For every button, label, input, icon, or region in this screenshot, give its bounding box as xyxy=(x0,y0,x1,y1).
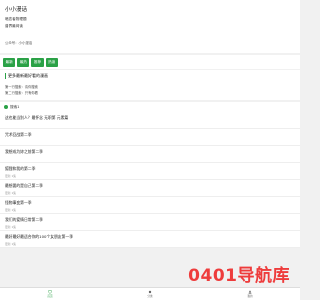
profile-label: 公众号：小小漫话 xyxy=(5,41,33,45)
profile-line-1: 暗恋者物理题 xyxy=(5,17,27,21)
profile-line-2: 普界最闷读 xyxy=(5,24,23,28)
list-item-meta: 更新 1集 xyxy=(5,191,17,195)
nav-category[interactable]: 分类 xyxy=(147,290,153,298)
bottom-nav: 首页 分类 我的 xyxy=(0,287,300,300)
list-item-title: 我们的爱情日常第二季 xyxy=(5,217,43,222)
list-item[interactable]: 最想要的是自己第二季 更新 1集 xyxy=(0,180,300,197)
list-item[interactable]: 咒术回战第二季 xyxy=(0,129,300,146)
tab-4[interactable]: 热读 xyxy=(45,57,58,67)
list-item-meta: 更新 1集 xyxy=(5,225,17,229)
tab-1[interactable]: 最新 xyxy=(3,57,16,67)
list-item-title: 怪物事变第一季 xyxy=(5,200,32,205)
list-item-title: 狐狸和我的第二季 xyxy=(5,166,36,171)
list-item[interactable]: 最好最好最适合你的100个女朋友第一季 更新 1集 xyxy=(0,231,300,248)
nav-category-label: 分类 xyxy=(147,295,153,298)
nav-profile-label: 我的 xyxy=(247,295,253,298)
list-item-meta: 更新 1集 xyxy=(5,242,17,246)
list-item-title: 最想要的是自己第二季 xyxy=(5,183,43,188)
notice-title: 更多最新最好看的漫画 xyxy=(5,73,295,79)
item-list: 这也能当别人？最怀念 无职第 元素篇 咒术回战第二季 我想成为妳之前第二季 狐狸… xyxy=(0,112,300,248)
section-header: 搜索1 xyxy=(0,102,300,112)
list-item-title: 咒术回战第二季 xyxy=(5,132,32,137)
list-item-meta: 更新 1集 xyxy=(5,208,17,212)
list-item[interactable]: 我们的爱情日常第二季 更新 1集 xyxy=(0,214,300,231)
profile-title: 小小漫话 xyxy=(5,7,28,13)
list-item[interactable]: 这也能当别人？最怀念 无职第 元素篇 xyxy=(0,112,300,129)
profile-card: 小小漫话 暗恋者物理题 普界最闷读 公众号：小小漫话 xyxy=(0,0,300,53)
tab-2[interactable]: 最热 xyxy=(17,57,30,67)
section-title: 搜索1 xyxy=(10,104,20,109)
list-item-title: 我想成为妳之前第二季 xyxy=(5,149,43,154)
tab-3[interactable]: 推荐 xyxy=(31,57,44,67)
notice-box: 更多最新最好看的漫画 第一行搜索：请你搜索 第二行搜索：只有你看 xyxy=(0,70,300,100)
list-item[interactable]: 怪物事变第一季 更新 1集 xyxy=(0,197,300,214)
notice-line-2: 第二行搜索：只有你看 xyxy=(5,91,38,95)
category-tabs: 最新 最热 推荐 热读 xyxy=(0,55,300,69)
watermark-text: 0401导航库 xyxy=(188,266,290,286)
section-dot-icon xyxy=(4,105,8,109)
nav-home[interactable]: 首页 xyxy=(47,290,53,298)
list-item-title: 最好最好最适合你的100个女朋友第一季 xyxy=(5,234,73,239)
notice-line-1: 第一行搜索：请你搜索 xyxy=(5,85,38,89)
list-item-meta: 更新 1集 xyxy=(5,174,17,178)
list-item[interactable]: 狐狸和我的第二季 更新 1集 xyxy=(0,163,300,180)
nav-home-label: 首页 xyxy=(47,295,53,298)
list-item-title: 这也能当别人？最怀念 无职第 元素篇 xyxy=(5,115,69,120)
nav-profile[interactable]: 我的 xyxy=(247,290,253,298)
list-item[interactable]: 我想成为妳之前第二季 xyxy=(0,146,300,163)
